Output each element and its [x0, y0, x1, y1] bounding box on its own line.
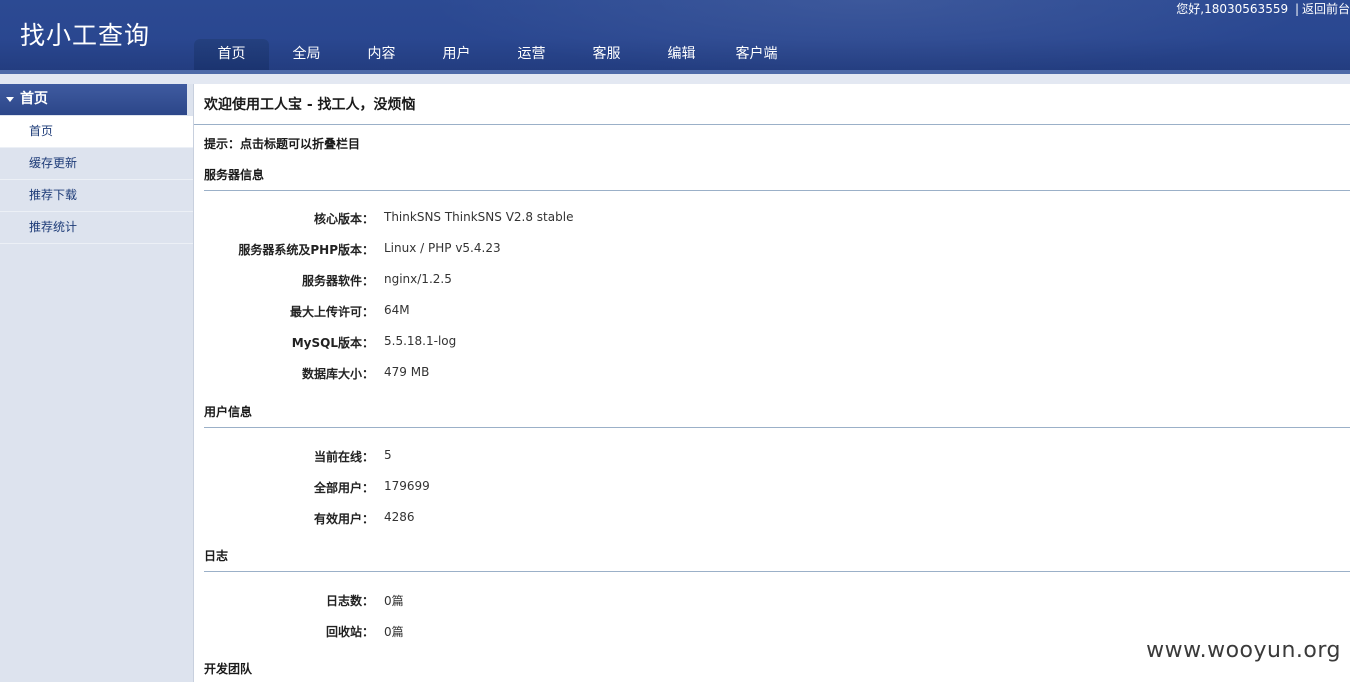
info-value: 64M [384, 303, 410, 317]
sidebar-list: 首页 缓存更新 推荐下载 推荐统计 [0, 116, 193, 244]
sidebar-heading-label: 首页 [20, 91, 48, 107]
sidebar-item-recommendation-stats[interactable]: 推荐统计 [0, 212, 193, 244]
watermark: www.wooyun.org [1146, 638, 1341, 663]
info-row-online-now: 当前在线： 5 [204, 448, 1350, 479]
caret-down-icon [6, 96, 14, 102]
info-value: 479 MB [384, 365, 430, 379]
info-label: 日志数： [325, 594, 374, 608]
nav-tab-editor[interactable]: 编辑 [644, 39, 719, 70]
site-logo: 找小工查询 [20, 21, 151, 50]
nav-tab-global[interactable]: 全局 [269, 39, 344, 70]
section-title-users[interactable]: 用户信息 [204, 403, 1350, 421]
tip-text: 提示：点击标题可以折叠栏目 [204, 137, 361, 151]
info-value: ThinkSNS ThinkSNS V2.8 stable [384, 210, 574, 224]
info-row-mysql-version: MySQL版本： 5.5.18.1-log [204, 334, 1350, 365]
info-value: 5.5.18.1-log [384, 334, 457, 348]
top-header: 找小工查询 您好,18030563559 | 返回前台 首页 全局 内容 用户 运… [0, 0, 1350, 70]
nav-tab-support[interactable]: 客服 [569, 39, 644, 70]
nav-tab-operations[interactable]: 运营 [494, 39, 569, 70]
section-server-info: 服务器信息 核心版本： ThinkSNS ThinkSNS V2.8 stabl… [204, 166, 1350, 396]
user-greeting: 您好,18030563559 [1176, 2, 1289, 16]
back-to-frontend-link[interactable]: 返回前台 [1302, 0, 1350, 17]
nav-tab-content[interactable]: 内容 [344, 39, 419, 70]
main-nav: 首页 全局 内容 用户 运营 客服 编辑 客户端 [194, 39, 794, 70]
info-label: 数据库大小： [301, 367, 374, 381]
user-bar: 您好,18030563559 | 返回前台 [1176, 0, 1350, 17]
info-row-core-version: 核心版本： ThinkSNS ThinkSNS V2.8 stable [204, 210, 1350, 241]
info-value: 5 [384, 448, 392, 462]
info-value: nginx/1.2.5 [384, 272, 452, 286]
info-value: 0篇 [384, 594, 404, 608]
info-label: 服务器系统及PHP版本： [238, 243, 374, 257]
info-label: 全部用户： [313, 481, 374, 495]
sidebar-item-recommended-downloads[interactable]: 推荐下载 [0, 180, 193, 212]
main-content: 欢迎使用工人宝 - 找工人，没烦恼 提示：点击标题可以折叠栏目 服务器信息 核心… [194, 84, 1350, 682]
info-value: 179699 [384, 479, 430, 493]
info-row-db-size: 数据库大小： 479 MB [204, 365, 1350, 396]
header-gap [0, 74, 1350, 84]
section-user-info: 用户信息 当前在线： 5 全部用户： 179699 有效用户： 4286 [204, 403, 1350, 541]
info-value: 4286 [384, 510, 415, 524]
nav-tab-users[interactable]: 用户 [419, 39, 494, 70]
info-label: 有效用户： [313, 512, 374, 526]
nav-tab-client[interactable]: 客户端 [719, 39, 794, 70]
info-label: 核心版本： [313, 212, 374, 226]
page-title: 欢迎使用工人宝 - 找工人，没烦恼 [204, 97, 416, 113]
sidebar-item-home[interactable]: 首页 [0, 116, 193, 148]
section-title-server[interactable]: 服务器信息 [204, 166, 1350, 184]
info-label: 回收站： [325, 625, 374, 639]
sidebar: 首页 首页 缓存更新 推荐下载 推荐统计 [0, 84, 194, 682]
info-row-max-upload: 最大上传许可： 64M [204, 303, 1350, 334]
sidebar-item-cache-update[interactable]: 缓存更新 [0, 148, 193, 180]
info-label: 最大上传许可： [289, 305, 374, 319]
section-title-log[interactable]: 日志 [204, 547, 1350, 565]
info-value: 0篇 [384, 625, 404, 639]
info-row-server-os-php: 服务器系统及PHP版本： Linux / PHP v5.4.23 [204, 241, 1350, 272]
sidebar-heading[interactable]: 首页 [0, 84, 187, 115]
info-row-server-software: 服务器软件： nginx/1.2.5 [204, 272, 1350, 303]
info-row-active-users: 有效用户： 4286 [204, 510, 1350, 541]
info-row-log-count: 日志数： 0篇 [204, 592, 1350, 623]
info-value: Linux / PHP v5.4.23 [384, 241, 501, 255]
info-label: 当前在线： [313, 450, 374, 464]
info-row-total-users: 全部用户： 179699 [204, 479, 1350, 510]
nav-tab-home[interactable]: 首页 [194, 39, 269, 70]
info-label: MySQL版本： [291, 336, 374, 350]
title-divider [194, 124, 1350, 125]
info-label: 服务器软件： [301, 274, 374, 288]
userbar-separator: | [1294, 2, 1299, 16]
